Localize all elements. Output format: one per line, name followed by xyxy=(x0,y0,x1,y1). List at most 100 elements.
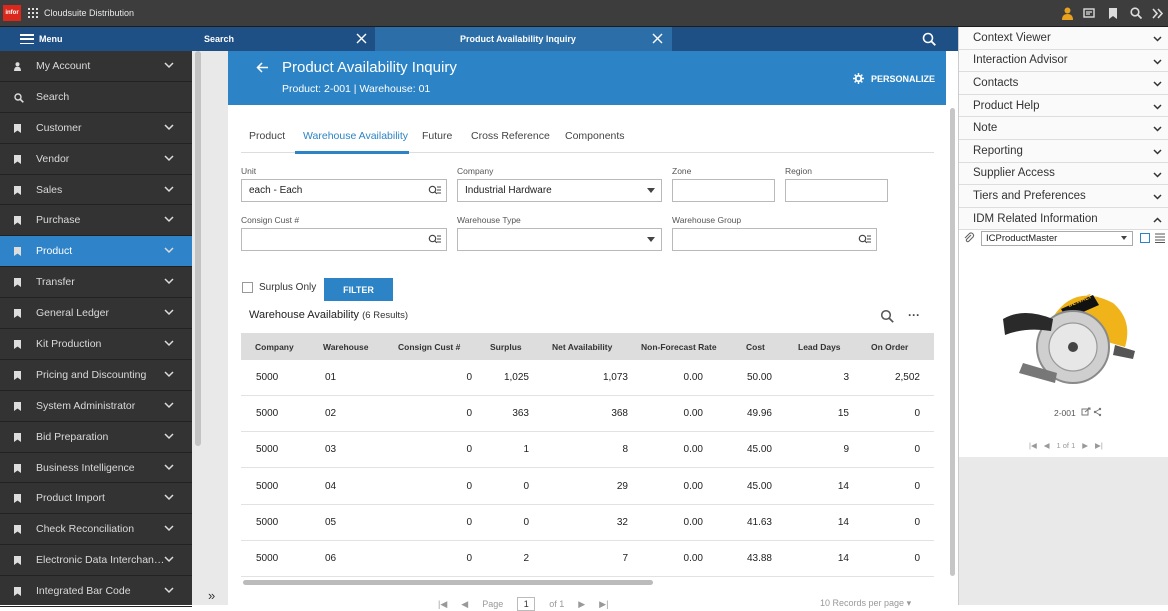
chevron-down-icon[interactable] xyxy=(164,525,174,532)
panel-supplier-access[interactable]: Supplier Access xyxy=(959,162,1168,186)
last-page-icon[interactable]: ▶| xyxy=(599,599,608,610)
region-field[interactable] xyxy=(785,179,888,202)
chevron-down-icon[interactable] xyxy=(1153,126,1162,132)
unit-field[interactable]: each - Each xyxy=(241,179,447,202)
main-scrollbar[interactable] xyxy=(950,108,955,576)
panel-context-viewer[interactable]: Context Viewer xyxy=(959,27,1168,50)
first-page-icon[interactable]: |◀ xyxy=(438,599,447,610)
panel-idm-related-information[interactable]: IDM Related Information xyxy=(959,207,1168,231)
personalize-button[interactable]: PERSONALIZE xyxy=(853,73,935,84)
page-input[interactable]: 1 xyxy=(517,597,536,611)
sidebar-item-system-administrator[interactable]: System Administrator xyxy=(0,391,192,422)
column-header[interactable]: Lead Days xyxy=(798,342,841,352)
last-page-icon[interactable]: ▶| xyxy=(1095,441,1103,450)
column-header[interactable]: Non-Forecast Rate xyxy=(641,342,717,352)
lookup-icon[interactable] xyxy=(858,234,871,245)
chevron-down-icon[interactable] xyxy=(164,62,174,69)
company-select[interactable]: Industrial Hardware xyxy=(457,179,662,202)
sidebar-item-product-import[interactable]: Product Import xyxy=(0,483,192,515)
chevron-down-icon[interactable] xyxy=(1153,104,1162,110)
sidebar-item-vendor[interactable]: Vendor xyxy=(0,144,192,175)
table-row[interactable]: 5000 05 0 0 32 0.00 41.63 14 0 xyxy=(241,505,934,541)
close-icon[interactable] xyxy=(652,33,663,44)
filter-button[interactable]: FILTER xyxy=(324,278,393,301)
zone-field[interactable] xyxy=(672,179,775,202)
sidebar-item-pricing-and-discounting[interactable]: Pricing and Discounting xyxy=(0,360,192,391)
expand-icon[interactable] xyxy=(1152,7,1164,20)
sidebar-item-search[interactable]: Search xyxy=(0,82,192,113)
close-icon[interactable] xyxy=(356,33,367,44)
sidebar-item-my-account[interactable]: My Account xyxy=(0,51,192,82)
menu-button[interactable]: Menu xyxy=(0,27,192,51)
table-row[interactable]: 5000 04 0 0 29 0.00 45.00 14 0 xyxy=(241,469,934,505)
table-search-icon[interactable] xyxy=(880,309,894,323)
chevron-down-icon[interactable] xyxy=(164,464,174,471)
table-row[interactable]: 5000 02 0 363 368 0.00 49.96 15 0 xyxy=(241,396,934,433)
next-page-icon[interactable]: ▶ xyxy=(578,599,585,610)
user-icon[interactable] xyxy=(1062,7,1073,20)
lookup-icon[interactable] xyxy=(428,234,441,245)
subtab-product[interactable]: Product xyxy=(249,130,285,142)
chevron-down-icon[interactable] xyxy=(164,340,174,347)
column-header[interactable]: Net Availability xyxy=(552,342,612,352)
infor-logo[interactable]: infor xyxy=(3,5,21,21)
sidebar-scrollbar[interactable] xyxy=(195,51,201,446)
chevron-down-icon[interactable] xyxy=(164,278,174,285)
tab-search-icon[interactable] xyxy=(922,32,936,46)
idm-document-select[interactable]: ICProductMaster xyxy=(981,231,1133,246)
sidebar-item-customer[interactable]: Customer xyxy=(0,113,192,144)
sidebar-item-product[interactable]: Product xyxy=(0,236,192,268)
panel-product-help[interactable]: Product Help xyxy=(959,94,1168,118)
chevron-down-icon[interactable] xyxy=(164,433,174,440)
subtab-future[interactable]: Future xyxy=(422,130,452,142)
panel-tiers-and-preferences[interactable]: Tiers and Preferences xyxy=(959,185,1168,208)
prev-page-icon[interactable]: ◀ xyxy=(461,599,468,610)
chevron-down-icon[interactable] xyxy=(1153,81,1162,87)
consign-field[interactable] xyxy=(241,228,447,251)
surplus-only-checkbox[interactable] xyxy=(242,282,253,293)
chevron-down-icon[interactable] xyxy=(164,556,174,563)
chevron-down-icon[interactable] xyxy=(164,371,174,378)
chevron-down-icon[interactable] xyxy=(164,216,174,223)
column-header[interactable]: Consign Cust # xyxy=(398,342,460,352)
sidebar-item-electronic-data-interchan[interactable]: Electronic Data Interchan… xyxy=(0,545,192,577)
column-header[interactable]: Company xyxy=(255,342,294,352)
warehouse-group-field[interactable] xyxy=(672,228,877,251)
open-share-icon[interactable] xyxy=(1081,407,1103,417)
subtab-warehouse-availability[interactable]: Warehouse Availability xyxy=(303,130,408,142)
panel-note[interactable]: Note xyxy=(959,117,1168,140)
sidebar-item-transfer[interactable]: Transfer xyxy=(0,267,192,299)
table-row[interactable]: 5000 06 0 2 7 0.00 43.88 14 0 xyxy=(241,541,934,577)
sidebar-item-sales[interactable]: Sales xyxy=(0,175,192,206)
chevron-down-icon[interactable] xyxy=(164,186,174,193)
sidebar-item-purchase[interactable]: Purchase xyxy=(0,205,192,237)
chevron-down-icon[interactable] xyxy=(164,494,174,501)
table-row[interactable]: 5000 03 0 1 8 0.00 45.00 9 0 xyxy=(241,432,934,469)
chevron-down-icon[interactable] xyxy=(1153,194,1162,200)
sidebar-item-kit-production[interactable]: Kit Production xyxy=(0,329,192,360)
panel-interaction-advisor[interactable]: Interaction Advisor xyxy=(959,49,1168,73)
tab-product-availability[interactable]: Product Availability Inquiry xyxy=(375,27,672,51)
chevron-down-icon[interactable] xyxy=(164,309,174,316)
search-top-icon[interactable] xyxy=(1130,7,1142,20)
first-page-icon[interactable]: |◀ xyxy=(1029,441,1037,450)
chevron-down-icon[interactable] xyxy=(1153,36,1162,42)
sidebar-item-check-reconciliation[interactable]: Check Reconciliation xyxy=(0,514,192,546)
list-view-icon[interactable] xyxy=(1155,233,1165,243)
panel-reporting[interactable]: Reporting xyxy=(959,139,1168,163)
next-page-icon[interactable]: ▶ xyxy=(1082,441,1088,450)
sidebar-item-bid-preparation[interactable]: Bid Preparation xyxy=(0,422,192,453)
inbox-icon[interactable] xyxy=(1083,7,1095,20)
chevron-down-icon[interactable] xyxy=(164,587,174,594)
grid-view-icon[interactable] xyxy=(1140,233,1150,243)
lookup-icon[interactable] xyxy=(428,185,441,196)
column-header[interactable]: Cost xyxy=(746,342,765,352)
sidebar-item-general-ledger[interactable]: General Ledger xyxy=(0,298,192,330)
records-per-page[interactable]: 10 Records per page ▾ xyxy=(820,598,911,609)
chevron-down-icon[interactable] xyxy=(164,124,174,131)
subtab-cross-reference[interactable]: Cross Reference xyxy=(471,130,550,142)
column-header[interactable]: On Order xyxy=(871,342,908,352)
tab-search[interactable]: Search xyxy=(192,27,375,51)
app-grid-icon[interactable] xyxy=(28,8,38,18)
collapse-sidebar-icon[interactable]: » xyxy=(208,588,215,603)
